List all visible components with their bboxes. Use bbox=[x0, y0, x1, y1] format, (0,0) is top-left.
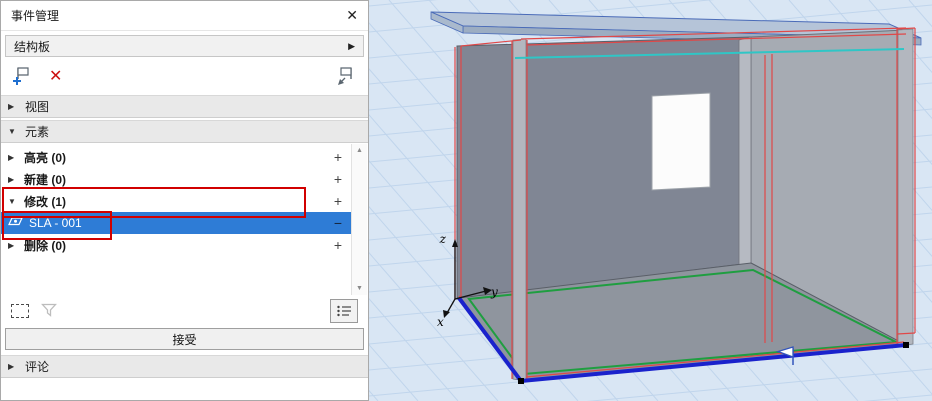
group-row-highlight[interactable]: ▶ 高亮 (0) + bbox=[1, 146, 352, 168]
element-type-label: 结构板 bbox=[14, 38, 50, 55]
close-icon[interactable]: ✕ bbox=[346, 7, 358, 24]
add-to-group-icon[interactable]: + bbox=[331, 194, 345, 208]
add-to-group-icon[interactable]: + bbox=[331, 172, 345, 186]
section-comments-label: 评论 bbox=[25, 358, 49, 375]
group-label: 新建 (0) bbox=[24, 171, 66, 188]
event-list-options-button[interactable] bbox=[330, 299, 358, 323]
chevron-down-icon: ▼ bbox=[8, 197, 18, 206]
chevron-down-icon: ▼ bbox=[8, 127, 18, 136]
window-opening[interactable] bbox=[652, 93, 710, 190]
section-elements-label: 元素 bbox=[25, 123, 49, 140]
corner-node[interactable] bbox=[903, 342, 909, 348]
viewport-canvas[interactable]: z y x bbox=[369, 0, 932, 401]
section-comments[interactable]: ▶ 评论 bbox=[1, 355, 368, 378]
accept-button[interactable]: 接受 bbox=[5, 328, 364, 350]
scroll-down-icon[interactable]: ▼ bbox=[352, 285, 367, 292]
event-manager-panel: 事件管理 ✕ 结构板 ▶ ✕ bbox=[0, 0, 369, 401]
list-scrollbar[interactable]: ▲ ▼ bbox=[351, 144, 367, 295]
chevron-right-icon: ▶ bbox=[8, 153, 18, 162]
section-view[interactable]: ▶ 视图 bbox=[1, 95, 368, 118]
chevron-right-icon: ▶ bbox=[8, 241, 18, 250]
group-label: 高亮 (0) bbox=[24, 149, 66, 166]
delete-event-icon[interactable]: ✕ bbox=[49, 69, 62, 85]
list-options-icon bbox=[336, 304, 352, 318]
list-item-sla-001[interactable]: SLA - 001 − bbox=[1, 212, 352, 234]
list-item-label: SLA - 001 bbox=[29, 216, 82, 230]
group-label: 删除 (0) bbox=[24, 237, 66, 254]
slab-element-icon bbox=[8, 216, 23, 230]
y-axis-label: y bbox=[490, 285, 498, 299]
app-window: 事件管理 ✕ 结构板 ▶ ✕ bbox=[0, 0, 932, 401]
panel-titlebar: 事件管理 ✕ bbox=[1, 1, 368, 31]
panel-title: 事件管理 bbox=[11, 7, 59, 24]
selection-toolbar bbox=[1, 297, 368, 325]
chevron-right-icon: ▶ bbox=[8, 362, 18, 371]
element-type-selector[interactable]: 结构板 ▶ bbox=[5, 35, 364, 57]
marquee-select-icon[interactable] bbox=[11, 304, 29, 318]
add-to-group-icon[interactable]: + bbox=[331, 238, 345, 252]
filter-icon[interactable] bbox=[41, 303, 57, 320]
corner-column bbox=[739, 37, 751, 268]
group-row-deleted[interactable]: ▶ 删除 (0) + bbox=[1, 234, 352, 256]
locate-event-icon[interactable] bbox=[336, 66, 358, 89]
x-axis-label: x bbox=[437, 315, 444, 329]
chevron-right-icon: ▶ bbox=[8, 102, 18, 111]
event-toolbar: ✕ bbox=[1, 61, 368, 93]
group-label: 修改 (1) bbox=[24, 193, 66, 210]
remove-from-group-icon[interactable]: − bbox=[331, 216, 345, 230]
front-corner-post bbox=[513, 39, 526, 381]
section-elements[interactable]: ▼ 元素 bbox=[1, 120, 368, 143]
section-view-label: 视图 bbox=[25, 98, 49, 115]
building-model[interactable] bbox=[431, 12, 921, 384]
viewport-3d[interactable]: z y x bbox=[369, 0, 932, 401]
chevron-right-icon: ▶ bbox=[8, 175, 18, 184]
add-to-group-icon[interactable]: + bbox=[331, 150, 345, 164]
corner-node[interactable] bbox=[518, 378, 524, 384]
group-row-modified[interactable]: ▼ 修改 (1) + bbox=[1, 190, 352, 212]
z-axis-label: z bbox=[439, 232, 447, 246]
scroll-up-icon[interactable]: ▲ bbox=[352, 147, 367, 154]
right-corner-post bbox=[898, 29, 913, 346]
group-row-new[interactable]: ▶ 新建 (0) + bbox=[1, 168, 352, 190]
chevron-right-icon: ▶ bbox=[348, 41, 355, 52]
add-event-icon[interactable] bbox=[11, 66, 33, 89]
